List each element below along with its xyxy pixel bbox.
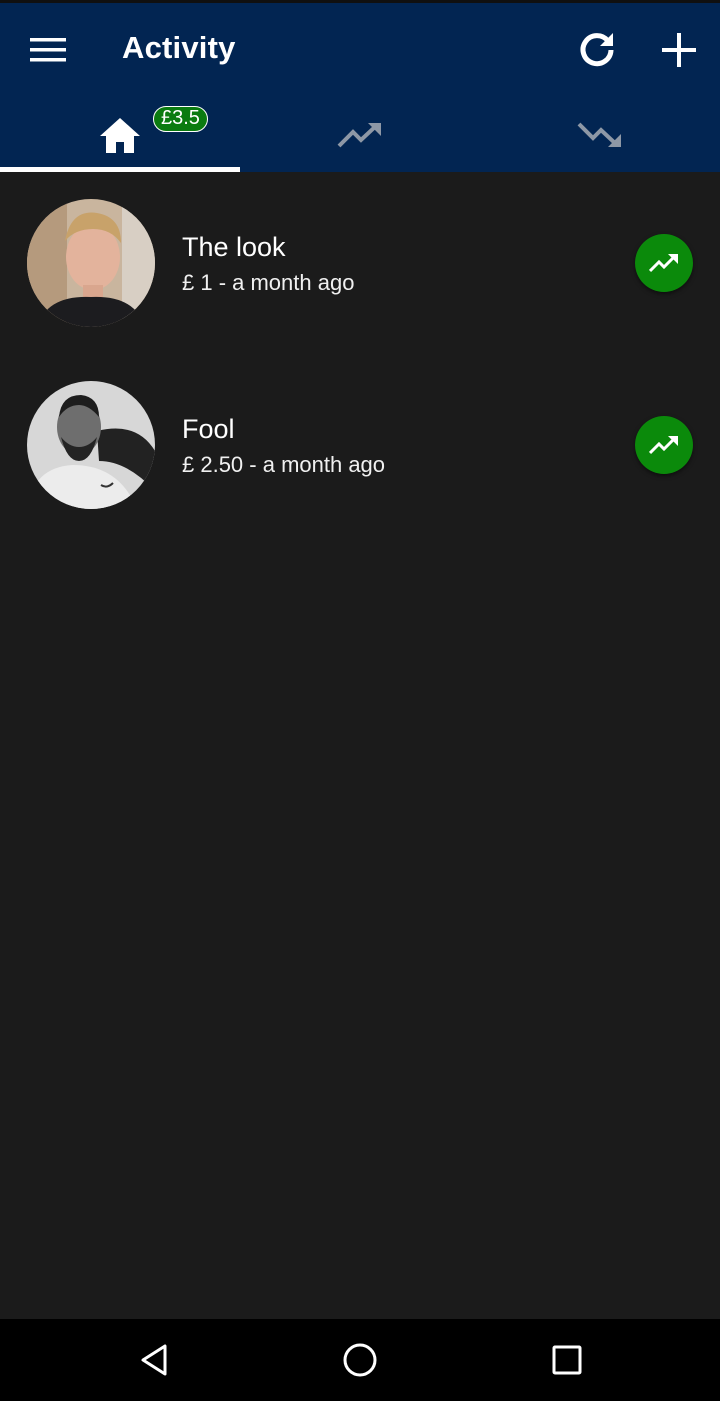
home-icon [100, 117, 140, 153]
menu-icon[interactable] [20, 25, 76, 75]
activity-name: Fool [182, 414, 235, 444]
back-icon[interactable] [124, 1337, 184, 1383]
home-circle-icon[interactable] [330, 1337, 390, 1383]
tab-expenses[interactable] [480, 97, 720, 172]
app-bar: Activity [0, 3, 720, 97]
add-icon[interactable] [652, 24, 706, 76]
trending-up-icon [649, 436, 678, 455]
tab-bar: £3.5 [0, 97, 720, 172]
trending-up-icon [649, 254, 678, 273]
system-nav-bar [0, 1319, 720, 1401]
trending-down-icon [577, 122, 621, 147]
list-item[interactable]: The look £ 1 - a month ago [0, 172, 720, 354]
trending-up-icon [337, 122, 381, 147]
list-item[interactable]: Fool £ 2.50 - a month ago [0, 354, 720, 536]
avatar [27, 199, 155, 327]
balance-badge: £3.5 [153, 106, 208, 132]
activity-meta: £ 2.50 - a month ago [182, 452, 386, 477]
page-title: Activity [122, 30, 236, 65]
recents-icon[interactable] [537, 1337, 597, 1383]
activity-meta: £ 1 - a month ago [182, 270, 355, 295]
activity-name: The look [182, 232, 286, 262]
avatar [27, 381, 155, 509]
tab-home[interactable] [0, 97, 240, 172]
trend-button[interactable] [635, 416, 693, 474]
refresh-icon[interactable] [571, 24, 623, 76]
tab-income[interactable] [240, 97, 480, 172]
trend-button[interactable] [635, 234, 693, 292]
